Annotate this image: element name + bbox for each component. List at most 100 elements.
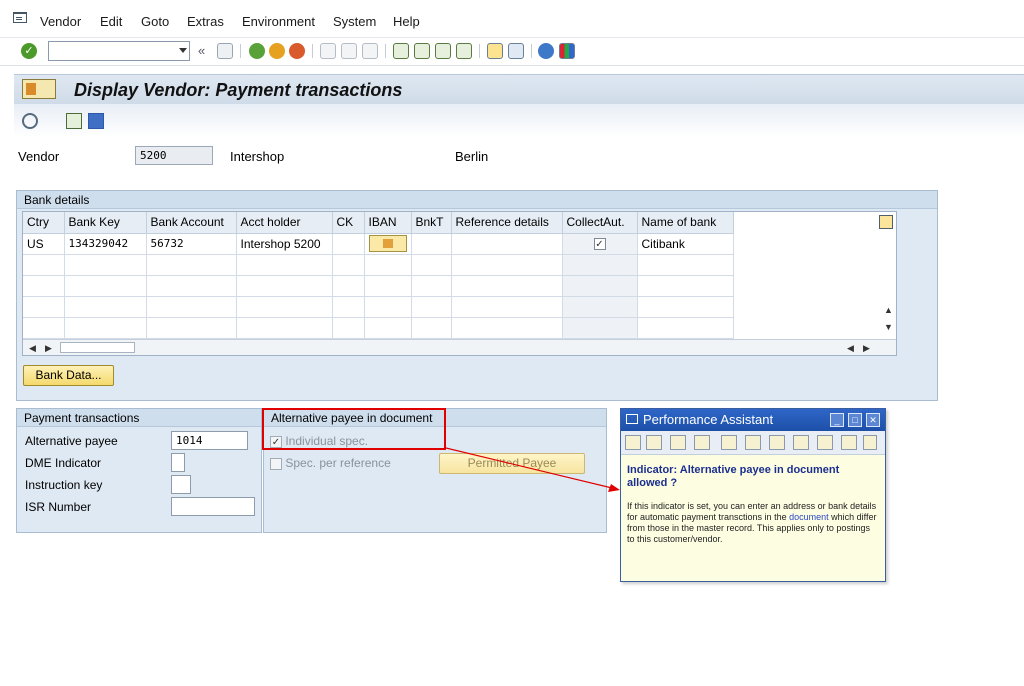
help-icon[interactable] bbox=[538, 43, 554, 59]
open-book-icon[interactable] bbox=[670, 435, 686, 450]
enter-check-icon[interactable]: ✓ bbox=[21, 43, 37, 59]
scroll-left-icon[interactable]: ◀ bbox=[847, 343, 854, 354]
table-settings-icon[interactable] bbox=[879, 215, 893, 229]
close-icon[interactable]: ✕ bbox=[866, 413, 880, 427]
previous-page-icon[interactable] bbox=[414, 43, 430, 59]
vendor-label: Vendor bbox=[18, 149, 60, 164]
cell-name-of-bank[interactable]: Citibank bbox=[637, 233, 734, 255]
document-icon[interactable] bbox=[793, 435, 809, 450]
performance-assistant-heading: Indicator: Alternative payee in document… bbox=[627, 464, 840, 489]
document-link[interactable]: document bbox=[789, 512, 829, 522]
flag-icon[interactable] bbox=[817, 435, 833, 450]
maximize-icon[interactable]: □ bbox=[848, 413, 862, 427]
first-page-icon[interactable] bbox=[393, 43, 409, 59]
alternative-payee-input[interactable]: 1014 bbox=[171, 431, 248, 450]
users-icon[interactable] bbox=[769, 435, 785, 450]
more-icon[interactable] bbox=[863, 435, 877, 450]
scroll-left-icon[interactable]: ◀ bbox=[29, 343, 36, 354]
table-row[interactable] bbox=[23, 275, 734, 297]
isr-number-input[interactable] bbox=[171, 497, 255, 516]
vendor-number-field[interactable]: 5200 bbox=[135, 146, 213, 165]
column-header-name-of-bank[interactable]: Name of bank bbox=[637, 212, 734, 234]
highlight-box bbox=[262, 408, 446, 450]
toolbar-separator bbox=[531, 44, 532, 58]
print-icon[interactable] bbox=[841, 435, 857, 450]
exit-icon[interactable] bbox=[269, 43, 285, 59]
find-icon[interactable] bbox=[341, 43, 357, 59]
menu-goto[interactable]: Goto bbox=[141, 14, 169, 29]
menu-extras[interactable]: Extras bbox=[187, 14, 224, 29]
menu-list-icon[interactable] bbox=[13, 12, 27, 23]
table-row[interactable] bbox=[23, 317, 734, 339]
table-row[interactable] bbox=[23, 296, 734, 318]
next-page-icon[interactable] bbox=[435, 43, 451, 59]
command-field[interactable] bbox=[48, 41, 190, 61]
bank-details-title: Bank details bbox=[17, 191, 937, 209]
vendor-display-icon[interactable] bbox=[22, 79, 56, 99]
performance-assistant-title-bar: Performance Assistant _ □ ✕ bbox=[621, 409, 885, 431]
iban-edit-button[interactable] bbox=[368, 235, 407, 252]
cell-reference-details[interactable] bbox=[451, 233, 563, 255]
search-help-icon[interactable] bbox=[745, 435, 761, 450]
collapse-chevrons-icon[interactable]: « bbox=[198, 43, 205, 58]
minimize-icon[interactable]: _ bbox=[830, 413, 844, 427]
spec-per-reference-checkbox[interactable] bbox=[270, 457, 282, 470]
cell-ck[interactable] bbox=[332, 233, 365, 255]
column-header-bank-key[interactable]: Bank Key bbox=[64, 212, 147, 234]
window-menu-icon[interactable] bbox=[626, 414, 638, 424]
vertical-scrollbar[interactable]: ▲ ▼ bbox=[880, 233, 896, 340]
cell-acct-holder[interactable]: Intershop 5200 bbox=[236, 233, 333, 255]
print-icon[interactable] bbox=[320, 43, 336, 59]
scroll-down-icon[interactable]: ▼ bbox=[884, 322, 893, 332]
column-header-bnkt[interactable]: BnkT bbox=[411, 212, 452, 234]
menu-edit[interactable]: Edit bbox=[100, 14, 122, 29]
cell-bnkt[interactable] bbox=[411, 233, 452, 255]
table-row[interactable] bbox=[23, 254, 734, 276]
scroll-right-icon[interactable]: ▶ bbox=[863, 343, 870, 354]
back-icon[interactable] bbox=[249, 43, 265, 59]
performance-assistant-text: If this indicator is set, you can enter … bbox=[627, 501, 877, 545]
menu-help[interactable]: Help bbox=[393, 14, 420, 29]
cell-bank-account[interactable]: 56732 bbox=[146, 233, 237, 255]
column-header-ctry[interactable]: Ctry bbox=[23, 212, 65, 234]
forward-arrow-icon[interactable] bbox=[646, 435, 662, 450]
technical-info-icon[interactable] bbox=[694, 435, 710, 450]
column-header-ck[interactable]: CK bbox=[332, 212, 365, 234]
dme-indicator-input[interactable] bbox=[171, 453, 185, 472]
permitted-payee-button[interactable]: Permitted Payee bbox=[439, 453, 585, 474]
table-row[interactable]: US 134329042 56732 Intershop 5200 ✓ Citi… bbox=[23, 233, 734, 255]
display-change-icon[interactable] bbox=[22, 113, 38, 129]
menu-vendor[interactable]: Vendor bbox=[40, 14, 81, 29]
performance-assistant-toolbar bbox=[621, 431, 885, 455]
shortcut-icon[interactable] bbox=[508, 43, 524, 59]
menu-system[interactable]: System bbox=[333, 14, 376, 29]
scroll-right-icon[interactable]: ▶ bbox=[45, 343, 52, 354]
column-header-acct-holder[interactable]: Acct holder bbox=[236, 212, 333, 234]
column-header-iban[interactable]: IBAN bbox=[364, 212, 412, 234]
cancel-icon[interactable] bbox=[289, 43, 305, 59]
new-session-icon[interactable] bbox=[487, 43, 503, 59]
edit-icon[interactable] bbox=[721, 435, 737, 450]
menu-environment[interactable]: Environment bbox=[242, 14, 315, 29]
info-icon[interactable] bbox=[88, 113, 104, 129]
layout-icon[interactable] bbox=[559, 43, 575, 59]
last-page-icon[interactable] bbox=[456, 43, 472, 59]
chevron-down-icon[interactable] bbox=[179, 48, 187, 53]
other-vendor-icon[interactable] bbox=[66, 113, 82, 129]
cell-ctry[interactable]: US bbox=[23, 233, 65, 255]
instruction-key-input[interactable] bbox=[171, 475, 191, 494]
column-header-reference-details[interactable]: Reference details bbox=[451, 212, 563, 234]
column-header-collectaut[interactable]: CollectAut. bbox=[562, 212, 638, 234]
save-icon[interactable] bbox=[217, 43, 233, 59]
column-header-bank-account[interactable]: Bank Account bbox=[146, 212, 237, 234]
collectaut-checkbox[interactable]: ✓ bbox=[593, 238, 606, 251]
application-toolbar bbox=[14, 104, 1024, 138]
bank-data-button[interactable]: Bank Data... bbox=[23, 365, 114, 386]
horizontal-scrollbar[interactable]: ◀ ▶ ◀ ▶ bbox=[23, 339, 896, 355]
vendor-city: Berlin bbox=[455, 149, 489, 164]
cell-bank-key[interactable]: 134329042 bbox=[64, 233, 147, 255]
back-arrow-icon[interactable] bbox=[625, 435, 641, 450]
scroll-thumb[interactable] bbox=[60, 342, 135, 353]
find-next-icon[interactable] bbox=[362, 43, 378, 59]
scroll-up-icon[interactable]: ▲ bbox=[884, 305, 893, 315]
